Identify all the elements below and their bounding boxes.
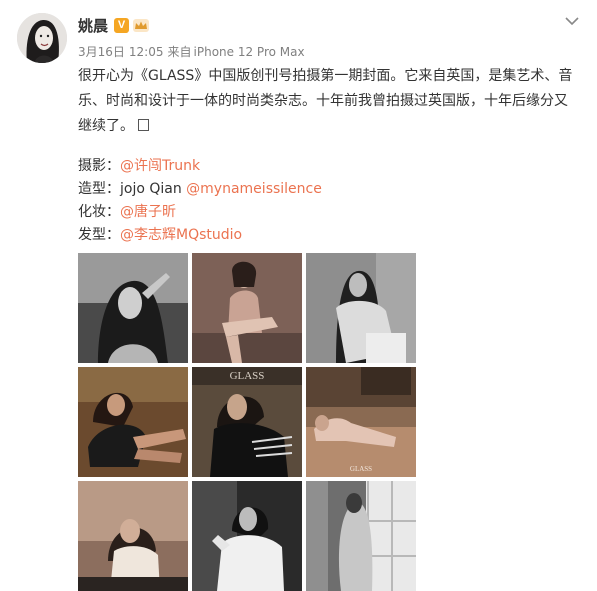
credit-label: 摄影： — [78, 158, 120, 174]
credit-label: 化妆： — [78, 204, 120, 220]
photo-image — [306, 253, 416, 363]
credit-styling: 造型：jojo Qian @mynameissilence — [78, 178, 322, 201]
crown-icon — [133, 18, 150, 32]
credit-label: 造型： — [78, 181, 120, 197]
photo-image — [78, 367, 188, 477]
credit-label: 发型： — [78, 227, 120, 243]
magazine-masthead: GLASS — [230, 370, 265, 382]
photo-grid: GLASS GLASS — [78, 253, 416, 591]
photo-image — [192, 481, 302, 591]
post-meta: 3月16日 12:05 来自 iPhone 12 Pro Max — [78, 43, 305, 60]
mention-link[interactable]: @李志辉MQstudio — [120, 227, 242, 243]
mention-link[interactable]: @唐子昕 — [120, 204, 176, 220]
photo-thumbnail-2[interactable] — [192, 253, 302, 363]
photo-image: GLASS — [306, 367, 416, 477]
content-line-3: 继续了。 — [78, 114, 583, 139]
photo-image — [78, 253, 188, 363]
photo-thumbnail-3[interactable] — [306, 253, 416, 363]
photo-thumbnail-4[interactable] — [78, 367, 188, 477]
magazine-masthead: GLASS — [350, 465, 372, 473]
photo-image — [306, 481, 416, 591]
content-line-3-text: 继续了。 — [78, 118, 134, 134]
photo-thumbnail-7[interactable] — [78, 481, 188, 591]
credit-photography: 摄影：@许闯Trunk — [78, 155, 322, 178]
avatar-portrait-icon — [17, 13, 67, 63]
mention-link[interactable]: @mynameissilence — [186, 181, 322, 197]
post-content: 很开心为《GLASS》中国版创刊号拍摄第一期封面。它来自英国，是集艺术、音 乐、… — [78, 64, 583, 139]
credit-hair: 发型：@李志辉MQstudio — [78, 224, 322, 247]
photo-thumbnail-8[interactable] — [192, 481, 302, 591]
photo-thumbnail-6[interactable]: GLASS — [306, 367, 416, 477]
credits-list: 摄影：@许闯Trunk 造型：jojo Qian @mynameissilenc… — [78, 155, 322, 247]
author-name[interactable]: 姚晨 — [78, 15, 108, 36]
weibo-post: 姚晨 V 3月16日 12:05 来自 iPhone 12 Pro Max 很开心为《… — [0, 0, 597, 591]
photo-image — [192, 253, 302, 363]
mention-link[interactable]: @许闯Trunk — [120, 158, 200, 174]
photo-thumbnail-1[interactable] — [78, 253, 188, 363]
missing-glyph-icon — [138, 119, 149, 131]
content-line-1: 很开心为《GLASS》中国版创刊号拍摄第一期封面。它来自英国，是集艺术、音 — [78, 68, 573, 84]
content-line-2: 乐、时尚和设计于一体的时尚类杂志。十年前我曾拍摄过英国版，十年后缘分又 — [78, 93, 568, 109]
verified-badge-icon: V — [114, 17, 130, 33]
credit-makeup: 化妆：@唐子昕 — [78, 201, 322, 224]
post-date[interactable]: 3月16日 — [78, 45, 125, 59]
author-avatar[interactable] — [17, 13, 67, 63]
photo-thumbnail-5[interactable]: GLASS — [192, 367, 302, 477]
source-prefix: 来自 — [167, 45, 192, 59]
photo-image — [78, 481, 188, 591]
post-menu-button[interactable] — [563, 12, 581, 30]
post-time[interactable]: 12:05 — [129, 45, 164, 59]
credit-person: jojo Qian — [120, 181, 187, 197]
author-row: 姚晨 V — [78, 14, 150, 36]
chevron-down-icon — [565, 17, 579, 26]
photo-image: GLASS — [192, 367, 302, 477]
photo-thumbnail-9[interactable] — [306, 481, 416, 591]
device-source: iPhone 12 Pro Max — [193, 45, 305, 59]
